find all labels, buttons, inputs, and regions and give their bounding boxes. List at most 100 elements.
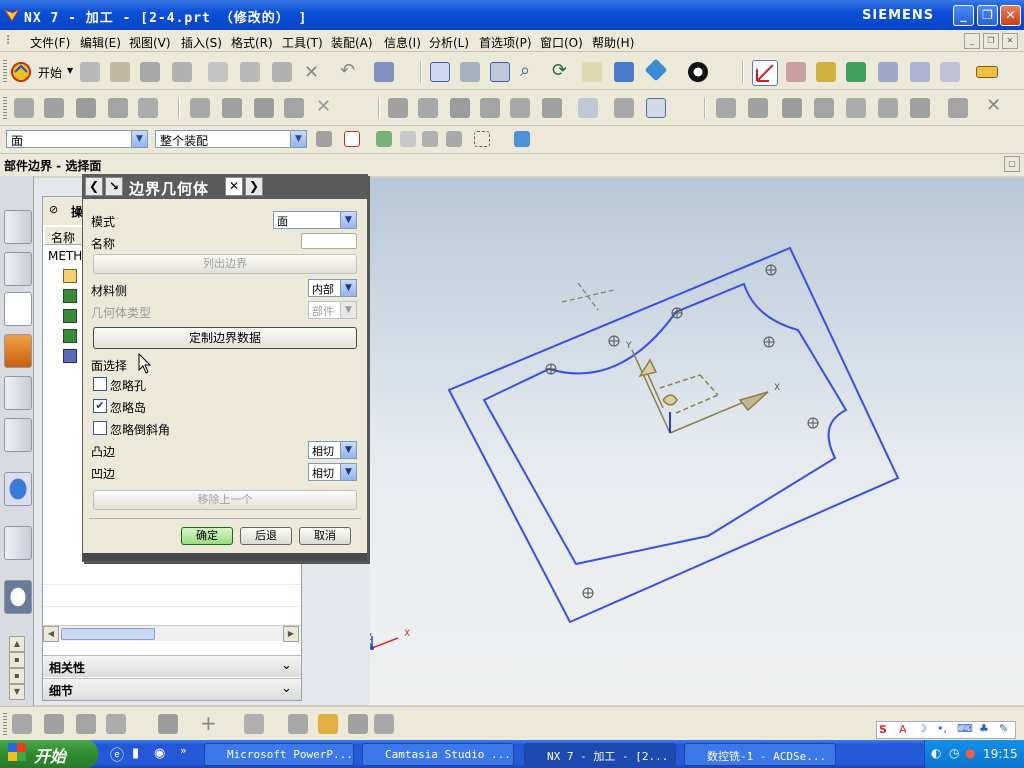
information-icon[interactable]	[646, 98, 666, 118]
custom-boundary-data-button[interactable]: 定制边界数据	[93, 327, 357, 349]
scroll-up-icon[interactable]: ▲	[9, 636, 25, 652]
create-program-icon[interactable]	[14, 98, 34, 118]
layer-icon[interactable]	[948, 98, 968, 118]
cursor-icon[interactable]: ↘	[105, 177, 123, 196]
ime-punct-icon[interactable]: •,	[937, 722, 947, 735]
magnify-icon[interactable]: ⌕	[520, 60, 530, 81]
object-list-icon[interactable]	[542, 98, 562, 118]
operation-navigator-tab[interactable]	[4, 292, 32, 326]
cut-object-icon[interactable]	[418, 98, 438, 118]
pan-icon[interactable]	[582, 62, 602, 82]
name-input[interactable]	[301, 233, 357, 249]
surface-icon[interactable]	[878, 98, 898, 118]
graphics-window[interactable]: X Y X Y Z	[351, 178, 1024, 705]
quicklaunch-more-icon[interactable]: »	[180, 744, 187, 757]
bottom-tool-icon[interactable]	[374, 714, 394, 734]
plus-icon[interactable]: +	[200, 711, 217, 735]
h-scrollbar[interactable]: ◀ ▶	[43, 625, 301, 642]
verify-icon[interactable]	[846, 62, 866, 82]
select-edge-icon[interactable]	[422, 131, 438, 147]
render-style-icon[interactable]	[644, 58, 668, 82]
geometry-view-icon[interactable]	[254, 98, 274, 118]
tree-root-item[interactable]: METH	[48, 249, 82, 263]
bottom-tool-icon[interactable]	[318, 714, 338, 734]
wcs-icon[interactable]	[786, 62, 806, 82]
constraint-navigator-tab[interactable]	[4, 252, 32, 286]
select-face-icon[interactable]	[400, 131, 416, 147]
pin-icon[interactable]: ⊘	[49, 203, 58, 216]
remove-previous-button[interactable]: 移除上一个	[93, 490, 357, 510]
convex-edge-select[interactable]: 相切 ▼	[308, 441, 357, 459]
menu-analysis[interactable]: 分析(L)	[429, 34, 469, 51]
scroll-mid-icon[interactable]: ▪	[9, 652, 25, 668]
minimize-button[interactable]: _	[953, 5, 974, 26]
scope-filter-combo[interactable]: 整个装配 ▼	[155, 130, 307, 148]
ie-icon[interactable]: ⓔ	[110, 745, 124, 765]
show-hide-icon[interactable]	[514, 131, 530, 147]
rename-object-icon[interactable]	[510, 98, 530, 118]
close-button[interactable]: ✕	[1000, 5, 1021, 26]
menu-information[interactable]: 信息(I)	[384, 34, 421, 51]
tree-folder-icon[interactable]	[63, 269, 77, 283]
assembly-navigator-tab[interactable]	[4, 210, 32, 244]
zoom-icon[interactable]	[490, 62, 510, 82]
list-boundaries-button[interactable]: 列出边界	[93, 254, 357, 274]
back-button[interactable]: 后退	[240, 527, 292, 545]
history-clock-icon[interactable]	[4, 580, 32, 614]
machine-tool-tab[interactable]	[4, 334, 32, 368]
mode-select[interactable]: 面 ▼	[273, 211, 357, 229]
type-filter-combo[interactable]: 面 ▼	[6, 130, 148, 148]
panel-detail[interactable]: 细节 ⌄	[43, 678, 301, 700]
show-desktop-icon[interactable]: ◉	[154, 746, 165, 761]
solid-icon[interactable]	[910, 98, 930, 118]
select-body-icon[interactable]	[446, 131, 462, 147]
scroll-down-icon[interactable]: ▼	[9, 684, 25, 700]
info-icon[interactable]	[4, 472, 32, 506]
tree-geometry-icon[interactable]	[63, 329, 77, 343]
ignore-holes-checkbox[interactable]	[93, 377, 107, 391]
doc-restore-button[interactable]: ❐	[983, 33, 999, 49]
ime-skin-icon[interactable]: ♣	[979, 722, 989, 735]
rectangle-select-icon[interactable]	[474, 131, 490, 147]
bottom-tool-icon[interactable]	[348, 714, 368, 734]
cancel-button[interactable]: 取消	[299, 527, 351, 545]
ime-mode-icon[interactable]: A	[899, 723, 907, 736]
edit-object-icon[interactable]	[388, 98, 408, 118]
task-powerpoint[interactable]: Microsoft PowerP...	[204, 743, 354, 766]
menu-preferences[interactable]: 首选项(P)	[479, 34, 532, 51]
menu-edit[interactable]: 编辑(E)	[80, 34, 121, 51]
bottom-tool-icon[interactable]	[244, 714, 264, 734]
filter-settings-icon[interactable]	[316, 131, 332, 147]
start-button[interactable]: 开始	[0, 740, 98, 768]
bottom-tool-icon[interactable]	[288, 714, 308, 734]
geometry-type-select[interactable]: 部件 ▼	[308, 301, 357, 319]
postprocess-icon[interactable]	[878, 62, 898, 82]
csys-icon[interactable]	[752, 60, 778, 86]
ignore-chamfers-checkbox[interactable]	[93, 421, 107, 435]
selection-filter-icon[interactable]	[374, 62, 394, 82]
copy-object-icon[interactable]	[450, 98, 470, 118]
undo-icon[interactable]: ↶	[340, 60, 355, 81]
shop-doc-icon[interactable]	[910, 62, 930, 82]
transform-icon[interactable]	[614, 98, 634, 118]
quicklaunch-icon[interactable]: ▮	[132, 746, 139, 761]
bottom-tool-icon[interactable]	[106, 714, 126, 734]
scroll-left-icon[interactable]: ◀	[43, 626, 59, 642]
dialog-forward-arrow-icon[interactable]: ❯	[245, 177, 263, 196]
tray-icon[interactable]: ◷	[949, 746, 959, 760]
perspective-icon[interactable]	[614, 62, 634, 82]
menu-assembly[interactable]: 装配(A)	[331, 34, 373, 51]
tree-method-icon[interactable]	[63, 349, 77, 363]
ime-s-icon[interactable]: S	[879, 723, 887, 736]
mill-feature-icon[interactable]	[748, 98, 768, 118]
fit-view-icon[interactable]	[430, 62, 450, 82]
panel-related[interactable]: 相关性 ⌄	[43, 655, 301, 677]
block-icon[interactable]	[782, 98, 802, 118]
concave-edge-select[interactable]: 相切 ▼	[308, 463, 357, 481]
tool-view-icon[interactable]	[222, 98, 242, 118]
ok-button[interactable]: 确定	[181, 527, 233, 545]
zoom-window-icon[interactable]	[460, 62, 480, 82]
menu-format[interactable]: 格式(R)	[231, 34, 273, 51]
ime-tools-icon[interactable]: ✎	[999, 722, 1008, 735]
material-side-select[interactable]: 内部 ▼	[308, 279, 357, 297]
